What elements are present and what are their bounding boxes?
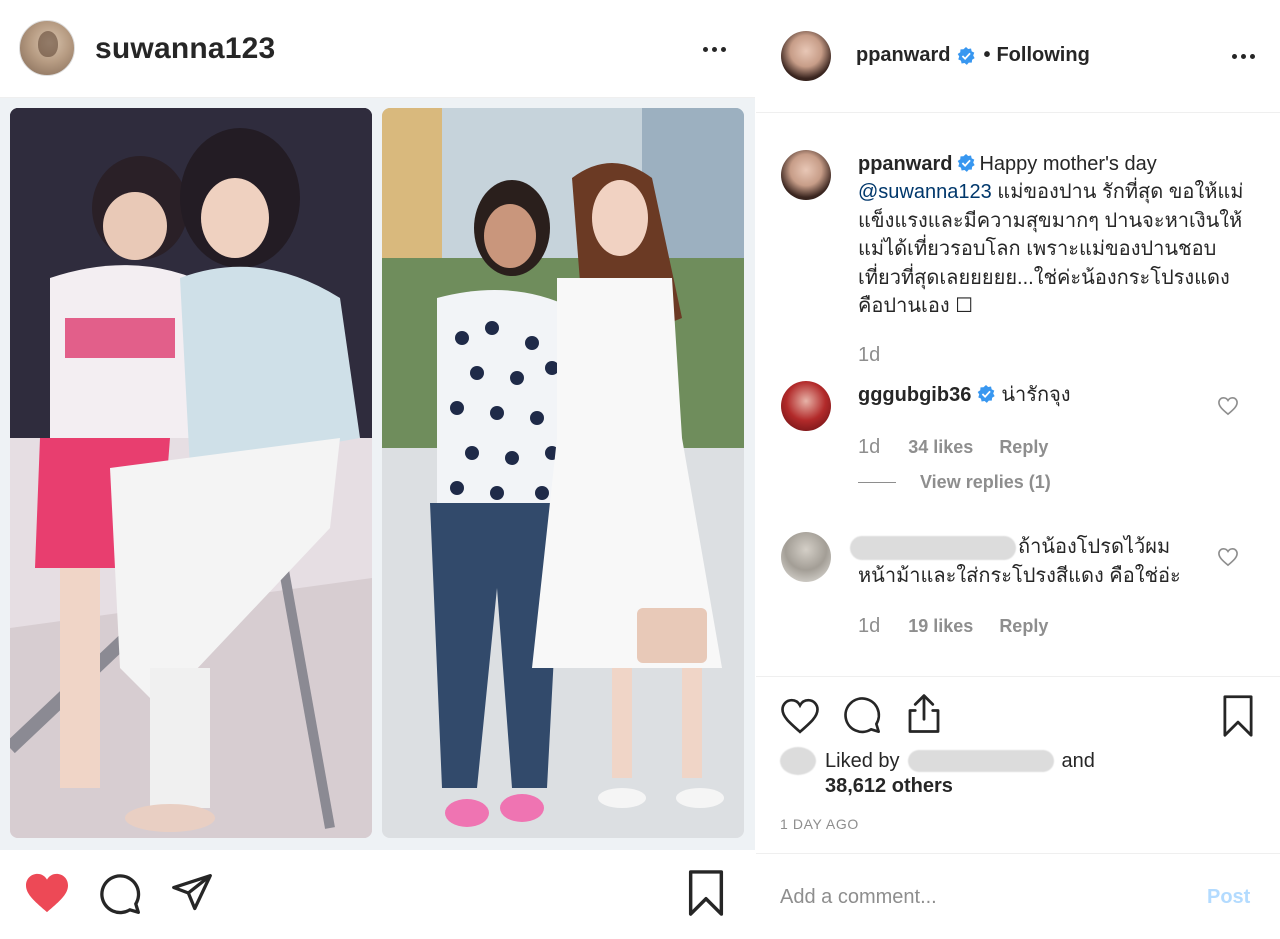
poster-username[interactable]: suwanna123 xyxy=(95,32,275,66)
bookmark-icon xyxy=(1223,695,1253,737)
poster-avatar[interactable] xyxy=(19,20,75,76)
ellipsis-icon xyxy=(1226,41,1260,71)
view-replies-label: View replies (1) xyxy=(920,472,1051,492)
paper-plane-icon xyxy=(172,874,212,911)
comment-body-line1: ถ้าน้องโปรดไว้ผม xyxy=(1018,536,1171,558)
view-replies-button[interactable]: View replies (1) xyxy=(858,472,1051,493)
liked-by-prefix: Liked by xyxy=(825,749,900,772)
vintage-photo-illustration xyxy=(10,108,372,838)
more-options-button[interactable] xyxy=(697,34,731,64)
liker-avatar[interactable] xyxy=(780,747,816,775)
caption: ppanward Happy mother's day @suwanna123 แ… xyxy=(858,150,1248,320)
commenter-username[interactable]: gggubgib36 xyxy=(858,384,971,406)
comment-button[interactable] xyxy=(98,872,142,916)
separator-dot: • xyxy=(983,44,991,66)
likes-count[interactable]: 38,612 others xyxy=(825,775,953,798)
post-details-panel: ppanward • Following ppanward Happy mothe… xyxy=(756,0,1280,939)
like-button[interactable] xyxy=(780,697,820,735)
share-button[interactable] xyxy=(906,693,942,735)
comment-text-line2: หน้าม้าและใส่กระโปรงสีแดง คือใช่อ่ะ xyxy=(858,562,1181,590)
commenter-avatar[interactable] xyxy=(781,532,831,582)
caption-text-start: Happy mother's day xyxy=(979,153,1157,175)
heart-outline-icon xyxy=(781,698,819,734)
caption-username[interactable]: ppanward xyxy=(858,153,952,175)
comment-icon xyxy=(844,697,881,734)
comment-time[interactable]: 1d xyxy=(858,436,880,459)
save-button[interactable] xyxy=(1222,695,1254,737)
caption-meta: 1d xyxy=(858,344,880,367)
comment-meta: 1d 19 likes Reply xyxy=(858,615,1048,638)
caption-mention-link[interactable]: @suwanna123 xyxy=(858,181,992,203)
verified-badge-icon xyxy=(978,385,995,403)
reply-button[interactable]: Reply xyxy=(999,616,1048,637)
heart-outline-icon xyxy=(1218,396,1238,416)
divider-line xyxy=(858,482,896,483)
post-header: suwanna123 xyxy=(0,0,755,98)
post-date[interactable]: 1 DAY AGO xyxy=(780,816,859,832)
following-button[interactable]: Following xyxy=(996,44,1089,67)
comment-text: ถ้าน้องโปรดไว้ผม xyxy=(850,533,1170,561)
left-post: suwanna123 xyxy=(0,0,755,939)
comment-icon xyxy=(100,874,141,915)
comment-time[interactable]: 1d xyxy=(858,615,880,638)
caption-time[interactable]: 1d xyxy=(858,344,880,367)
recent-photo xyxy=(382,108,744,838)
comment-like-button[interactable] xyxy=(1217,547,1239,567)
comment-likes[interactable]: 34 likes xyxy=(908,437,973,458)
post-comment-button[interactable]: Post xyxy=(1207,886,1250,909)
reply-button[interactable]: Reply xyxy=(999,437,1048,458)
commenter-avatar[interactable] xyxy=(781,381,831,431)
share-button[interactable] xyxy=(170,872,214,914)
recent-photo-illustration xyxy=(382,108,744,838)
author-username[interactable]: ppanward xyxy=(856,44,950,67)
comment-composer: Post xyxy=(756,853,1280,939)
post-actions xyxy=(0,850,755,939)
post-image[interactable] xyxy=(0,98,755,850)
liked-by-suffix: and xyxy=(1061,749,1095,772)
redacted-liker xyxy=(907,750,1054,772)
heart-outline-icon xyxy=(1218,547,1238,567)
verified-badge-icon xyxy=(958,154,976,172)
heart-filled-icon xyxy=(26,873,68,913)
redacted-username xyxy=(850,535,1016,560)
author-avatar[interactable] xyxy=(781,31,831,81)
panel-header: ppanward • Following xyxy=(756,0,1280,113)
comment-body-line2: หน้าม้าและใส่กระโปรงสีแดง คือใช่อ่ะ xyxy=(858,565,1181,587)
comment-like-button[interactable] xyxy=(1217,396,1239,416)
upload-share-icon xyxy=(908,694,940,733)
verified-badge-icon xyxy=(958,46,976,65)
vintage-photo xyxy=(10,108,372,838)
comment-meta: 1d 34 likes Reply xyxy=(858,436,1048,459)
comment-likes[interactable]: 19 likes xyxy=(908,616,973,637)
comment-text: gggubgib36 น่ารักจุง xyxy=(858,381,1071,409)
comment-button[interactable] xyxy=(842,695,882,735)
caption-author-avatar[interactable] xyxy=(781,150,831,200)
save-button[interactable] xyxy=(686,870,726,916)
author-row: ppanward • Following xyxy=(856,44,1090,67)
comment-input[interactable] xyxy=(780,879,1180,915)
bookmark-icon xyxy=(688,870,724,916)
like-button[interactable] xyxy=(24,872,70,914)
comment-body: น่ารักจุง xyxy=(1001,384,1071,406)
ellipsis-icon xyxy=(697,34,731,64)
liked-by: Liked by and xyxy=(780,747,1095,775)
panel-more-options-button[interactable] xyxy=(1226,41,1260,71)
